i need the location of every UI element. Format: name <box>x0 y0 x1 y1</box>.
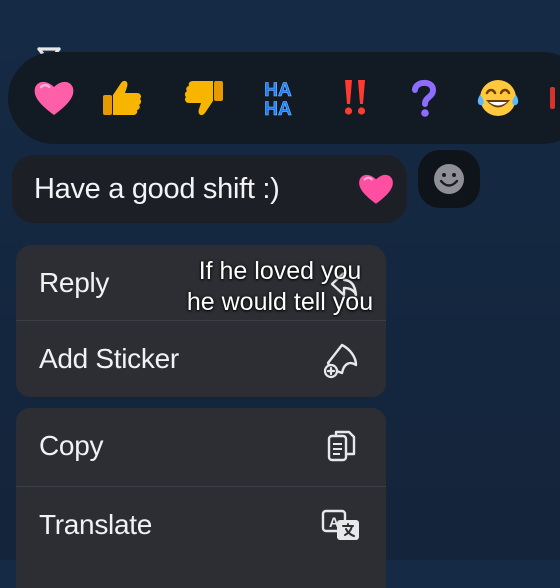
caption-line-2: he would tell you <box>186 288 374 316</box>
more-reactions-edge[interactable] <box>542 72 560 124</box>
haha-reaction-button[interactable]: HA HA <box>252 72 304 124</box>
question-mark-icon <box>412 79 437 117</box>
video-caption: If he loved you he would tell you <box>140 256 420 318</box>
translate-icon: A <box>321 509 359 540</box>
message-bubble[interactable]: Have a good shift :) <box>12 155 407 223</box>
copy-icon <box>327 430 356 462</box>
add-sticker-label: Add Sticker <box>39 342 179 374</box>
thumbs-down-icon <box>184 81 223 116</box>
heart-reaction-button[interactable] <box>28 72 80 124</box>
heart-icon <box>34 81 74 115</box>
menu-item-add-sticker[interactable]: Add Sticker <box>16 321 386 396</box>
translate-label: Translate <box>39 508 152 540</box>
thumbs-up-icon <box>103 80 142 115</box>
thumbs-up-reaction-button[interactable] <box>96 72 148 124</box>
svg-text:HA: HA <box>264 80 292 101</box>
pink-heart-emoji-icon <box>359 174 393 204</box>
message-text: Have a good shift :) <box>34 172 280 205</box>
tears-of-joy-icon <box>477 80 519 116</box>
exclamation-reaction-button[interactable] <box>328 72 380 124</box>
menu-item-copy[interactable]: Copy <box>16 408 386 483</box>
double-exclamation-icon <box>344 80 366 115</box>
add-sticker-icon <box>323 343 358 379</box>
reply-label: Reply <box>39 266 110 298</box>
thumbs-down-reaction-button[interactable] <box>178 72 230 124</box>
menu-item-translate[interactable]: Translate A <box>16 487 386 562</box>
smiley-face-icon <box>434 164 464 194</box>
svg-text:HA: HA <box>264 99 292 120</box>
caption-line-1: If he loved you <box>198 257 362 285</box>
red-reaction-partial-icon <box>550 87 555 109</box>
menu-group-secondary: Copy Translate A <box>16 408 386 588</box>
tears-of-joy-reaction-button[interactable] <box>472 72 524 124</box>
tapback-reaction-bar: HA HA <box>8 52 560 144</box>
copy-label: Copy <box>39 429 104 461</box>
haha-icon: HA HA <box>264 80 292 121</box>
add-reaction-button[interactable] <box>418 150 480 208</box>
question-reaction-button[interactable] <box>398 72 450 124</box>
